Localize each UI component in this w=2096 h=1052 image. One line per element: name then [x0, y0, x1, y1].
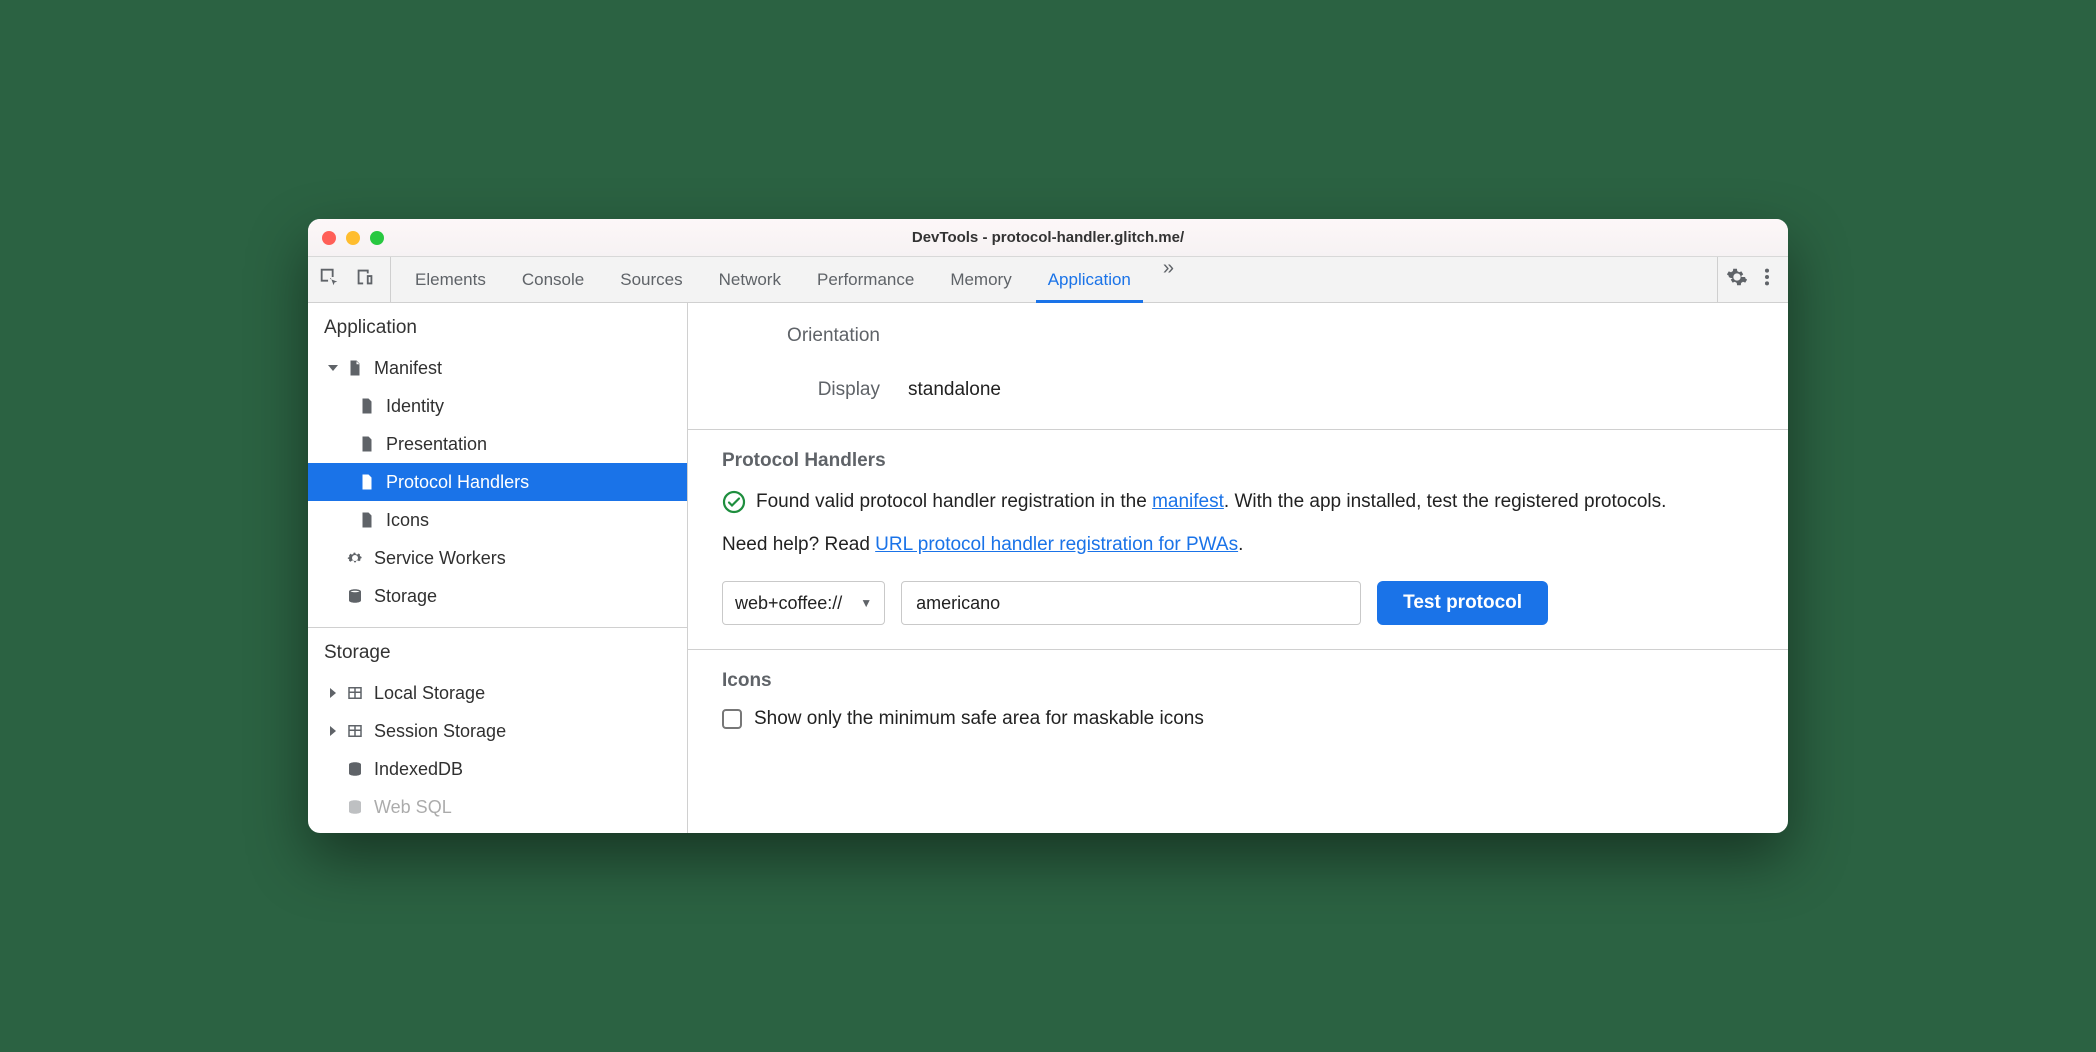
manifest-link[interactable]: manifest	[1152, 491, 1224, 512]
chevron-right-icon	[328, 688, 340, 698]
content-area: Application Manifest Identity Presentati…	[308, 303, 1788, 833]
sidebar-group-application: Application Manifest Identity Presentati…	[308, 303, 687, 628]
close-window-icon[interactable]	[322, 231, 336, 245]
help-link[interactable]: URL protocol handler registration for PW…	[875, 534, 1238, 555]
sidebar-section-application: Application	[308, 303, 687, 349]
tab-sources[interactable]: Sources	[602, 257, 700, 302]
sidebar-item-label: Web SQL	[374, 797, 452, 818]
chevron-down-icon: ▼	[860, 596, 872, 610]
sidebar-item-indexeddb[interactable]: IndexedDB	[308, 750, 687, 788]
file-icon	[358, 435, 378, 453]
file-icon	[346, 359, 366, 377]
file-icon	[358, 473, 378, 491]
tab-network[interactable]: Network	[701, 257, 799, 302]
gear-icon	[346, 549, 366, 567]
sidebar-item-label: Icons	[386, 510, 429, 531]
maskable-checkbox[interactable]	[722, 709, 742, 729]
settings-icon[interactable]	[1726, 266, 1748, 293]
device-toolbar-icon[interactable]	[354, 266, 376, 293]
sidebar-item-identity[interactable]: Identity	[308, 387, 687, 425]
sidebar-item-label: Local Storage	[374, 683, 485, 704]
sidebar-item-manifest[interactable]: Manifest	[308, 349, 687, 387]
protocol-path-input[interactable]	[901, 581, 1361, 625]
sidebar-item-label: Presentation	[386, 434, 487, 455]
protocol-handlers-panel: Protocol Handlers Found valid protocol h…	[688, 429, 1788, 649]
sidebar-item-service-workers[interactable]: Service Workers	[308, 539, 687, 577]
sidebar-item-presentation[interactable]: Presentation	[308, 425, 687, 463]
sidebar-group-storage: Storage Local Storage Session Storage In…	[308, 628, 687, 833]
sidebar-item-label: Service Workers	[374, 548, 506, 569]
kv-row-orientation: Orientation	[688, 317, 1788, 355]
sidebar-item-websql[interactable]: Web SQL	[308, 788, 687, 826]
status-line: Found valid protocol handler registratio…	[722, 488, 1754, 517]
sidebar-item-storage[interactable]: Storage	[308, 577, 687, 615]
icons-panel: Icons Show only the minimum safe area fo…	[688, 649, 1788, 754]
toolbar: Elements Console Sources Network Perform…	[308, 257, 1788, 303]
check-circle-icon	[722, 490, 746, 514]
database-icon	[346, 760, 366, 778]
tab-elements[interactable]: Elements	[397, 257, 504, 302]
table-icon	[346, 722, 366, 740]
sidebar: Application Manifest Identity Presentati…	[308, 303, 688, 833]
main-panel: Orientation Display standalone Protocol …	[688, 303, 1788, 833]
kv-key: Orientation	[688, 325, 908, 347]
more-menu-icon[interactable]	[1764, 266, 1770, 293]
checkbox-label: Show only the minimum safe area for mask…	[754, 708, 1204, 730]
sidebar-item-label: Session Storage	[374, 721, 506, 742]
sidebar-item-local-storage[interactable]: Local Storage	[308, 674, 687, 712]
tab-console[interactable]: Console	[504, 257, 602, 302]
test-protocol-button[interactable]: Test protocol	[1377, 581, 1548, 625]
maskable-check-row: Show only the minimum safe area for mask…	[722, 708, 1754, 730]
toolbar-left-icons	[318, 257, 391, 302]
tab-memory[interactable]: Memory	[932, 257, 1029, 302]
toolbar-tabs: Elements Console Sources Network Perform…	[397, 257, 1709, 302]
titlebar: DevTools - protocol-handler.glitch.me/	[308, 219, 1788, 257]
file-icon	[358, 397, 378, 415]
sidebar-item-protocol-handlers[interactable]: Protocol Handlers	[308, 463, 687, 501]
table-icon	[346, 684, 366, 702]
tab-performance[interactable]: Performance	[799, 257, 932, 302]
database-icon	[346, 798, 366, 816]
devtools-window: DevTools - protocol-handler.glitch.me/ E…	[308, 219, 1788, 833]
protocol-select[interactable]: web+coffee:// ▼	[722, 581, 885, 625]
toolbar-right	[1717, 257, 1778, 302]
sidebar-item-icons[interactable]: Icons	[308, 501, 687, 539]
chevron-right-icon	[328, 726, 340, 736]
traffic-lights	[322, 231, 384, 245]
database-icon	[346, 587, 366, 605]
minimize-window-icon[interactable]	[346, 231, 360, 245]
help-line: Need help? Read URL protocol handler reg…	[722, 531, 1754, 560]
chevron-down-icon	[328, 363, 340, 373]
more-tabs-icon[interactable]: »	[1149, 257, 1188, 302]
sidebar-item-label: IndexedDB	[374, 759, 463, 780]
kv-key: Display	[688, 379, 908, 401]
inspect-element-icon[interactable]	[318, 266, 340, 293]
kv-value: standalone	[908, 379, 1001, 401]
maximize-window-icon[interactable]	[370, 231, 384, 245]
kv-row-display: Display standalone	[688, 355, 1788, 409]
file-icon	[358, 511, 378, 529]
panel-title: Protocol Handlers	[722, 450, 1754, 472]
test-protocol-form: web+coffee:// ▼ Test protocol	[722, 581, 1754, 625]
sidebar-item-label: Protocol Handlers	[386, 472, 529, 493]
tab-application[interactable]: Application	[1030, 257, 1149, 302]
sidebar-item-label: Manifest	[374, 358, 442, 379]
status-text: Found valid protocol handler registratio…	[756, 488, 1666, 517]
sidebar-item-label: Identity	[386, 396, 444, 417]
sidebar-item-session-storage[interactable]: Session Storage	[308, 712, 687, 750]
sidebar-item-label: Storage	[374, 586, 437, 607]
sidebar-section-storage: Storage	[308, 628, 687, 674]
window-title: DevTools - protocol-handler.glitch.me/	[308, 229, 1788, 246]
select-value: web+coffee://	[735, 593, 842, 614]
panel-title: Icons	[722, 670, 1754, 692]
